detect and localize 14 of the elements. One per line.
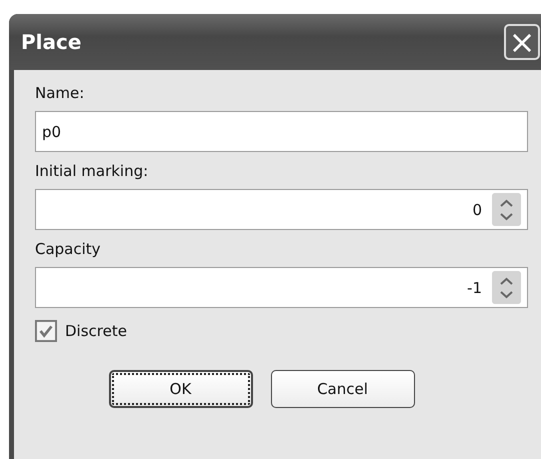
checkbox[interactable]	[35, 320, 57, 342]
field-label: Capacity	[35, 240, 102, 260]
dialog-button[interactable]: OK	[108, 370, 252, 408]
close-button[interactable]: ×	[504, 24, 540, 60]
spinner-icon[interactable]	[492, 193, 521, 226]
spin-field[interactable]: -1	[35, 267, 528, 308]
checkbox-label: Discrete	[65, 322, 127, 340]
field-label: Initial marking:	[35, 162, 150, 182]
spinner-icon[interactable]	[492, 271, 521, 304]
spin-field[interactable]: 0	[35, 189, 528, 230]
dialog-button[interactable]: Cancel	[270, 370, 414, 408]
input-field[interactable]: p0	[35, 111, 528, 152]
field-label: Name:	[35, 84, 86, 104]
window-title: Place	[21, 30, 82, 54]
